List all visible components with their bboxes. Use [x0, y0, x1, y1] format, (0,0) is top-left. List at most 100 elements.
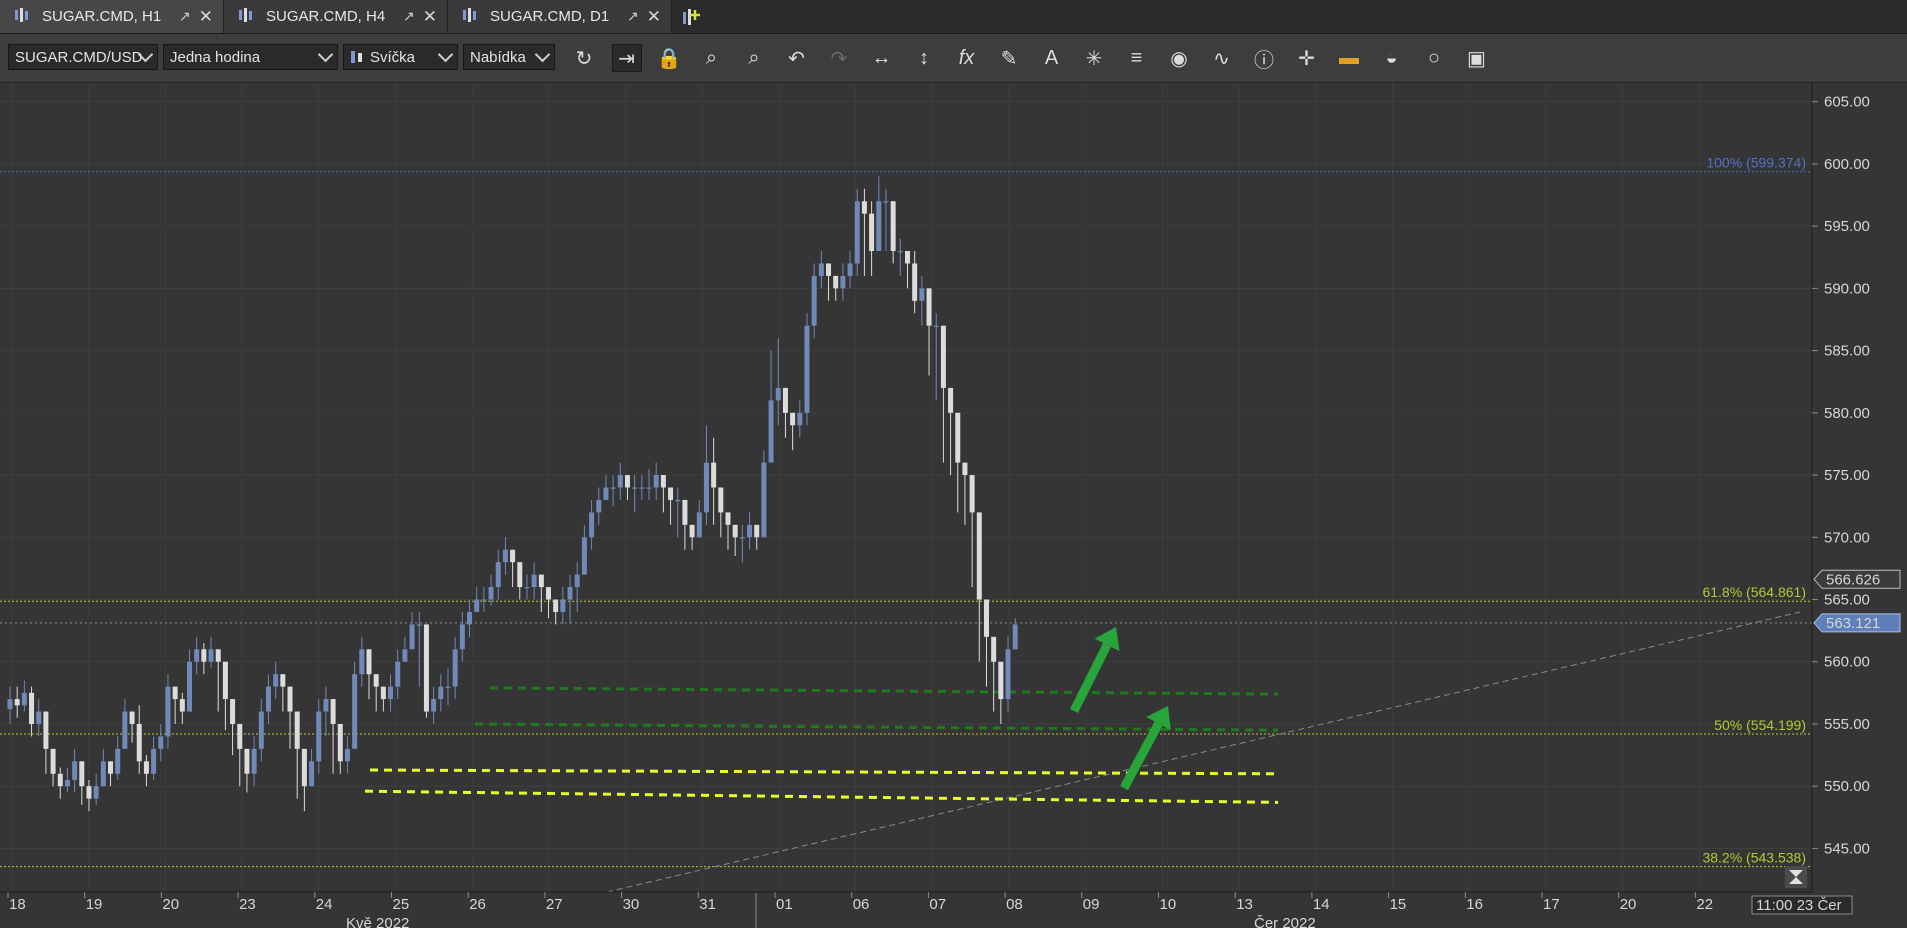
- candle-body: [1012, 624, 1018, 650]
- candle-body: [703, 462, 709, 513]
- candle-body: [983, 599, 989, 637]
- candle-body: [323, 699, 329, 712]
- x-tick-label: 18: [9, 896, 26, 913]
- price-side-select[interactable]: Nabídka: [463, 44, 555, 70]
- candle-body: [143, 761, 149, 774]
- close-icon[interactable]: ✕: [423, 7, 437, 27]
- candle-body: [538, 574, 544, 588]
- candle-body: [50, 748, 56, 774]
- candle-body: [912, 263, 918, 301]
- x-tick-label: 26: [469, 896, 486, 913]
- candle-body: [883, 201, 889, 203]
- paint-bucket-icon[interactable]: ◒: [1377, 44, 1407, 72]
- x-tick-label: 27: [546, 896, 563, 913]
- candle-body: [804, 325, 810, 413]
- close-icon[interactable]: ✕: [647, 7, 661, 27]
- popout-icon[interactable]: ↗: [179, 8, 191, 25]
- candle-body: [409, 624, 415, 650]
- popout-icon[interactable]: ↗: [627, 8, 639, 25]
- candle-body: [553, 599, 559, 612]
- pencil-icon[interactable]: ✎: [994, 44, 1024, 72]
- eye-icon[interactable]: ◉: [1164, 44, 1194, 72]
- instrument-select[interactable]: SUGAR.CMD/USD: [8, 44, 158, 70]
- tab-sugar-h4[interactable]: SUGAR.CMD, H4 ↗ ✕: [224, 0, 448, 33]
- hourglass-icon[interactable]: [1785, 866, 1807, 888]
- lock-icon[interactable]: 🔒: [654, 44, 684, 72]
- chevron-down-icon: [317, 46, 334, 63]
- y-tick-label: 600.00: [1824, 156, 1870, 173]
- candle-body: [546, 587, 551, 600]
- patterns-icon[interactable]: ✳: [1079, 44, 1109, 72]
- candle-body: [919, 288, 925, 301]
- add-chart-tab-icon[interactable]: [681, 6, 703, 28]
- candle-body: [244, 748, 250, 774]
- price-axis[interactable]: [1813, 83, 1907, 928]
- x-tick-label: 14: [1313, 896, 1330, 913]
- info-icon[interactable]: ⓘ: [1249, 44, 1279, 72]
- candle-body: [668, 487, 674, 500]
- candle-body: [179, 699, 185, 712]
- candle-body: [646, 487, 652, 489]
- save-icon[interactable]: ▣: [1462, 44, 1492, 72]
- tab-sugar-h1[interactable]: SUGAR.CMD, H1 ↗ ✕: [0, 0, 224, 33]
- candle-body: [431, 699, 437, 712]
- candle-body: [833, 275, 839, 289]
- candle-body: [237, 723, 243, 749]
- x-tick-label: 09: [1083, 896, 1100, 913]
- signals-icon[interactable]: ∿: [1207, 44, 1237, 72]
- candle-body: [718, 487, 724, 513]
- candle-body: [265, 686, 271, 712]
- candle-body: [481, 599, 487, 601]
- candle-body: [624, 475, 630, 488]
- layers-icon[interactable]: ≡: [1122, 44, 1152, 72]
- candle-body: [57, 773, 63, 787]
- candle-body: [122, 711, 128, 749]
- candle-body: [754, 524, 760, 538]
- y-tick-label: 560.00: [1824, 654, 1870, 671]
- candle-body: [768, 400, 774, 463]
- indicators-fx-icon[interactable]: fx: [952, 44, 982, 72]
- redo-icon[interactable]: ↷: [824, 44, 854, 72]
- candle-body: [567, 587, 573, 600]
- candle-body: [129, 711, 135, 724]
- candle-body: [380, 686, 386, 700]
- fit-horizontal-icon[interactable]: ↔: [867, 44, 897, 72]
- close-icon[interactable]: ✕: [199, 7, 213, 27]
- candle-body: [316, 711, 322, 762]
- tab-sugar-d1[interactable]: SUGAR.CMD, D1 ↗ ✕: [448, 0, 672, 33]
- candlestick-icon: [351, 51, 362, 63]
- candle-body: [402, 649, 408, 662]
- candle-body: [21, 692, 27, 706]
- candle-body: [991, 636, 997, 662]
- text-icon[interactable]: A: [1037, 44, 1067, 72]
- chart-type-select[interactable]: Svíčka: [343, 44, 458, 70]
- zoom-out-icon[interactable]: ⌕: [739, 44, 769, 72]
- fib-level-label: 38.2% (543.538): [1702, 850, 1806, 866]
- candle-body: [560, 599, 566, 612]
- y-tick-label: 570.00: [1824, 529, 1870, 546]
- candle-body: [998, 661, 1004, 700]
- refresh-icon[interactable]: ↻: [569, 44, 599, 72]
- fib-level-label: 100% (599.374): [1706, 155, 1806, 171]
- candle-body: [869, 213, 875, 252]
- fit-vertical-icon[interactable]: ↕: [909, 44, 939, 72]
- candle-body: [352, 674, 358, 749]
- popout-icon[interactable]: ↗: [403, 8, 415, 25]
- period-select[interactable]: Jedna hodina: [163, 44, 338, 70]
- circle-icon[interactable]: ○: [1419, 44, 1449, 72]
- candle-body: [861, 201, 867, 214]
- candle-body: [395, 661, 401, 687]
- zoom-in-icon[interactable]: ⌕: [697, 44, 727, 72]
- candle-body: [510, 549, 516, 563]
- candle-body: [258, 711, 264, 749]
- crosshair-icon[interactable]: ✛: [1292, 44, 1322, 72]
- price-chart[interactable]: 100% (599.374) 61.8% (564.861) 50% (554.19…: [0, 83, 1907, 928]
- color-scheme-icon[interactable]: ▬: [1334, 44, 1364, 72]
- shift-chart-icon[interactable]: ⇥: [611, 44, 642, 72]
- undo-icon[interactable]: ↶: [782, 44, 812, 72]
- x-tick-label: 24: [316, 896, 333, 913]
- candle-body: [632, 487, 638, 489]
- candle-body: [876, 201, 882, 252]
- candle-body: [474, 599, 480, 612]
- candle-body: [502, 549, 508, 563]
